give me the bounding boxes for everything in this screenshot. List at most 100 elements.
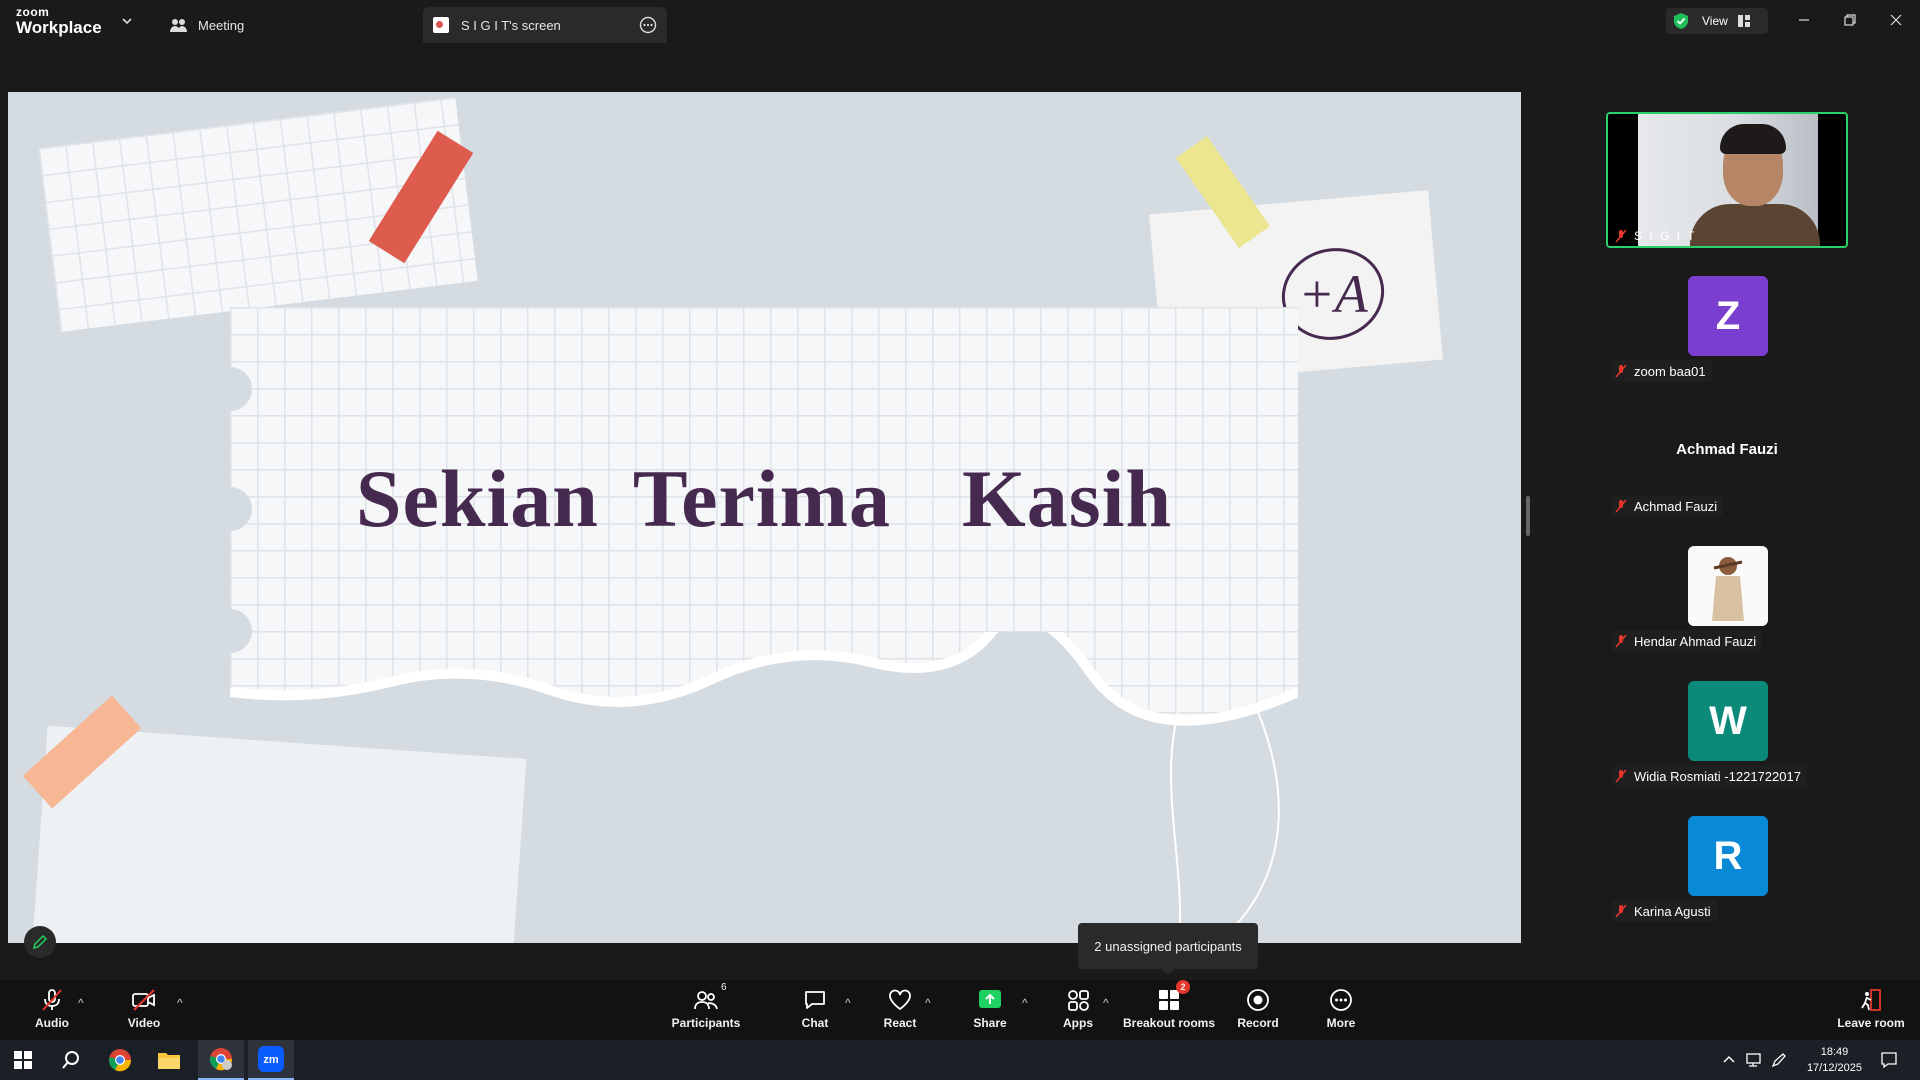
clock-time: 18:49 (1820, 1046, 1849, 1058)
taskbar-chrome-profile[interactable] (198, 1040, 244, 1080)
record-icon (1247, 989, 1269, 1011)
search-button[interactable] (48, 1040, 94, 1080)
share-label: Share (973, 1016, 1007, 1030)
tab-shared-screen[interactable]: S I G I T's screen (423, 7, 667, 43)
tab-meeting[interactable]: Meeting (170, 7, 244, 43)
react-caret-icon[interactable]: ^ (925, 996, 931, 1010)
active-speaker-tile[interactable]: S I G I T (1606, 112, 1848, 248)
react-button[interactable]: React (855, 986, 945, 1030)
breakout-badge: 2 (1176, 980, 1190, 994)
leave-room-icon (1861, 989, 1881, 1011)
leave-room-button[interactable]: Leave room (1826, 986, 1916, 1030)
shield-check-icon (1674, 13, 1688, 29)
participant-name-tag: S I G I T (1614, 229, 1696, 243)
tab-meeting-label: Meeting (198, 17, 245, 33)
pencil-icon (32, 934, 48, 950)
video-person-body (1690, 204, 1820, 246)
participant-photo-avatar[interactable] (1688, 546, 1768, 626)
shared-screen: +A Sekian Terima Kasih (8, 92, 1521, 943)
chevron-down-icon[interactable] (120, 14, 134, 28)
more-options-icon[interactable] (639, 16, 657, 34)
share-screen-icon (979, 990, 1001, 1008)
participant-name-tag: Karina Agusti (1612, 900, 1717, 922)
react-label: React (883, 1016, 917, 1030)
mic-muted-icon (42, 989, 62, 1011)
avatar-initial: R (1713, 833, 1743, 878)
mic-muted-icon (1615, 769, 1627, 783)
folder-icon (158, 1053, 180, 1069)
panel-resize-handle[interactable] (1526, 496, 1530, 536)
participant-name-tag: Achmad Fauzi (1612, 495, 1724, 517)
video-off-icon (132, 989, 155, 1011)
taskbar-file-explorer[interactable] (146, 1040, 192, 1080)
avatar-initial: Z (1715, 293, 1741, 338)
restore-icon[interactable] (1840, 10, 1860, 30)
audio-label: Audio (35, 1016, 69, 1030)
network-icon[interactable] (1744, 1052, 1762, 1068)
notification-icon[interactable] (1880, 1051, 1898, 1069)
participant-avatar[interactable]: W (1688, 681, 1768, 761)
share-caret-icon[interactable]: ^ (1022, 996, 1028, 1010)
people-icon (170, 19, 187, 32)
mic-muted-icon (1615, 499, 1627, 513)
windows-taskbar: zm 18:49 17/12/2025 (0, 1040, 1920, 1080)
participant-avatar[interactable]: R (1688, 816, 1768, 896)
taskbar-zoom[interactable]: zm (248, 1040, 294, 1080)
meeting-toolbar: Audio ^ Video ^ 6 Participants Chat ^ Re… (0, 980, 1920, 1040)
participant-name-tag: zoom baa01 (1612, 360, 1712, 382)
grid-view-icon (1737, 15, 1750, 27)
pen-icon[interactable] (1770, 1052, 1788, 1068)
chevron-up-icon[interactable] (1722, 1054, 1736, 1064)
record-button[interactable]: Record (1213, 986, 1303, 1030)
participants-button[interactable]: 6 Participants (661, 982, 751, 1030)
video-caret-icon[interactable]: ^ (177, 996, 183, 1010)
breakout-label: Breakout rooms (1122, 1016, 1216, 1030)
more-icon (1330, 989, 1352, 1011)
breakout-rooms-button[interactable]: 2 Breakout rooms (1122, 980, 1216, 1030)
more-button[interactable]: More (1296, 986, 1386, 1030)
close-icon[interactable] (1886, 10, 1906, 30)
apps-icon (1068, 990, 1089, 1011)
view-button[interactable]: View (1666, 8, 1768, 34)
participant-name: Achmad Fauzi (1634, 498, 1718, 514)
participants-label: Participants (671, 1016, 741, 1030)
participant-avatar[interactable]: Z (1688, 276, 1768, 356)
taskbar-chrome[interactable] (97, 1040, 143, 1080)
mic-muted-icon (1615, 364, 1627, 378)
minimize-icon[interactable] (1794, 10, 1814, 30)
participants-count: 6 (721, 982, 727, 993)
chrome-profile-icon (210, 1048, 233, 1071)
record-label: Record (1237, 1016, 1279, 1030)
clock-date: 17/12/2025 (1806, 1062, 1862, 1074)
participant-name: Hendar Ahmad Fauzi (1634, 633, 1757, 649)
binder-hole (208, 367, 252, 411)
video-button[interactable]: Video (99, 986, 189, 1030)
participant-video (1638, 114, 1820, 246)
chat-label: Chat (801, 1016, 829, 1030)
apps-button[interactable]: Apps (1033, 986, 1123, 1030)
heart-icon (889, 989, 911, 1011)
system-clock[interactable]: 18:49 17/12/2025 (1807, 1044, 1862, 1076)
chat-caret-icon[interactable]: ^ (845, 996, 851, 1010)
annotate-button[interactable] (24, 926, 56, 958)
torn-edge-decoration (230, 632, 1298, 732)
mic-muted-icon (1615, 904, 1627, 918)
participant-name: Karina Agusti (1634, 903, 1711, 919)
logo-line1: zoom (16, 5, 50, 19)
person-photo-icon (1712, 557, 1744, 621)
mic-muted-icon (1615, 634, 1627, 648)
participant-name: S I G I T (1634, 229, 1697, 243)
search-icon (62, 1051, 79, 1069)
title-bar: zoom Workplace Meeting S I G I T's scree… (0, 0, 1920, 44)
svg-text:zm: zm (263, 1054, 279, 1066)
participant-name-tag: Widia Rosmiati -1221722017 (1612, 765, 1807, 787)
participant-name: zoom baa01 (1634, 363, 1706, 379)
audio-caret-icon[interactable]: ^ (78, 996, 84, 1010)
participant-display-name[interactable]: Achmad Fauzi (1606, 441, 1848, 458)
mic-muted-icon (1615, 229, 1627, 243)
video-person-hair (1720, 124, 1786, 154)
apps-caret-icon[interactable]: ^ (1103, 996, 1109, 1010)
start-button[interactable] (0, 1040, 46, 1080)
video-label: Video (127, 1016, 161, 1030)
view-label: View (1702, 14, 1728, 28)
